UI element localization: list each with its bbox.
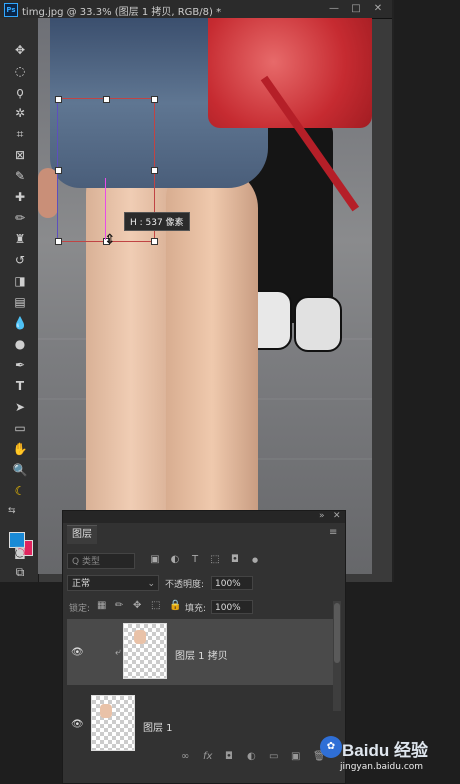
transform-handle[interactable] bbox=[151, 167, 158, 174]
sneaker bbox=[294, 296, 342, 352]
layer-thumbnail[interactable] bbox=[91, 695, 135, 751]
document-title: timg.jpg @ 33.3% (图层 1 拷贝, RGB/8) * bbox=[22, 7, 222, 18]
watermark-logo: Baidu 经验 bbox=[342, 741, 428, 760]
adjustment-filter-icon[interactable]: ◐ bbox=[169, 554, 181, 566]
baidu-watermark: ✿ Baidu 经验 jingyan.baidu.com bbox=[318, 730, 458, 778]
transform-handle[interactable] bbox=[103, 96, 110, 103]
magic-wand-icon[interactable]: ✲ bbox=[12, 105, 28, 121]
adjustment-layer-icon[interactable]: ◐ bbox=[247, 751, 256, 762]
banana-icon[interactable]: ☾ bbox=[12, 483, 28, 499]
opacity-input[interactable]: 100% bbox=[211, 576, 253, 590]
crop-icon[interactable]: ⌗ bbox=[12, 126, 28, 142]
opacity-label: 不透明度: bbox=[165, 580, 205, 590]
document-window: Ps timg.jpg @ 33.3% (图层 1 拷贝, RGB/8) * —… bbox=[0, 0, 394, 582]
transform-height-tooltip: H : 537 像素 bbox=[124, 212, 190, 231]
lock-all-icon[interactable]: 🔒 bbox=[169, 600, 181, 611]
layers-panel: » ✕ 图层 ≡ Q 类型 ▣ ◐ T ⬚ ◘ ● 正常 ⌄ 不透明度: 100… bbox=[62, 510, 346, 784]
layer-name[interactable]: 图层 1 bbox=[143, 719, 173, 734]
watermark-url: jingyan.baidu.com bbox=[340, 762, 424, 772]
eyedropper-icon[interactable]: ✎ bbox=[12, 168, 28, 184]
zoom-icon[interactable]: 🔍 bbox=[12, 462, 28, 478]
transform-handle[interactable] bbox=[55, 238, 62, 245]
fill-label: 填充: bbox=[185, 604, 207, 614]
hand bbox=[38, 168, 58, 218]
resize-cursor-icon: ⇕ bbox=[104, 232, 116, 248]
close-panel-icon[interactable]: ✕ bbox=[333, 511, 341, 521]
chevron-down-icon: ⌄ bbox=[147, 579, 155, 589]
canvas[interactable]: H : 537 像素 ⇕ bbox=[38, 18, 372, 574]
ellipse-marquee-icon[interactable]: ◌ bbox=[12, 63, 28, 79]
lock-position-icon[interactable]: ✥ bbox=[133, 600, 141, 611]
shape-icon[interactable]: ▭ bbox=[12, 420, 28, 436]
fill-input[interactable]: 100% bbox=[211, 600, 253, 614]
new-layer-icon[interactable]: ▣ bbox=[291, 751, 300, 762]
screen-mode-icon[interactable]: ⧉ bbox=[12, 564, 28, 580]
pen-icon[interactable]: ✒ bbox=[12, 357, 28, 373]
panel-menu-icon[interactable]: ≡ bbox=[329, 527, 337, 538]
layer-row[interactable]: 👁 图层 1 bbox=[67, 689, 333, 755]
maximize-icon[interactable]: □ bbox=[348, 2, 364, 16]
filter-toggle-icon[interactable]: ● bbox=[249, 554, 261, 566]
layer-name[interactable]: 图层 1 拷贝 bbox=[175, 647, 228, 662]
lock-label: 锁定: bbox=[69, 604, 91, 614]
type-filter-icon[interactable]: T bbox=[189, 554, 201, 566]
scrollbar-thumb[interactable] bbox=[334, 603, 340, 663]
document-titlebar[interactable]: Ps timg.jpg @ 33.3% (图层 1 拷贝, RGB/8) * —… bbox=[0, 0, 392, 19]
layers-scrollbar[interactable] bbox=[333, 601, 341, 711]
type-icon[interactable]: T bbox=[12, 378, 28, 394]
transform-handle[interactable] bbox=[55, 96, 62, 103]
pixel-filter-icon[interactable]: ▣ bbox=[149, 554, 161, 566]
frame-icon[interactable]: ⊠ bbox=[12, 147, 28, 163]
new-group-icon[interactable]: ▭ bbox=[269, 751, 278, 762]
brush-icon[interactable]: ✏ bbox=[12, 210, 28, 226]
eraser-icon[interactable]: ◨ bbox=[12, 273, 28, 289]
add-mask-icon[interactable]: ◘ bbox=[225, 751, 233, 762]
lock-artboard-icon[interactable]: ⬚ bbox=[151, 600, 160, 611]
blur-icon[interactable]: 💧 bbox=[12, 315, 28, 331]
layers-footer: ∞ fx ◘ ◐ ▭ ▣ 🗑 bbox=[63, 749, 345, 767]
history-brush-icon[interactable]: ↺ bbox=[12, 252, 28, 268]
tab-layers[interactable]: 图层 bbox=[67, 525, 97, 544]
minimize-icon[interactable]: — bbox=[326, 2, 342, 16]
baidu-paw-icon: ✿ bbox=[320, 736, 342, 758]
swap-colors-icon[interactable]: ⇆ bbox=[8, 506, 16, 516]
layer-thumbnail[interactable] bbox=[123, 623, 167, 679]
dodge-icon[interactable]: ● bbox=[12, 336, 28, 352]
lock-pixels-icon[interactable]: ✏ bbox=[115, 600, 123, 611]
lasso-icon[interactable]: ϙ bbox=[12, 84, 28, 100]
transform-handle[interactable] bbox=[151, 96, 158, 103]
shape-filter-icon[interactable]: ⬚ bbox=[209, 554, 221, 566]
panel-header-bar[interactable]: » ✕ bbox=[63, 511, 345, 523]
link-layers-icon[interactable]: ∞ bbox=[181, 751, 189, 762]
transform-handle[interactable] bbox=[55, 167, 62, 174]
visibility-eye-icon[interactable]: 👁 bbox=[71, 647, 85, 658]
gradient-icon[interactable]: ▤ bbox=[12, 294, 28, 310]
smart-guide bbox=[105, 178, 106, 240]
transform-handle[interactable] bbox=[151, 238, 158, 245]
layer-filter-row: Q 类型 ▣ ◐ T ⬚ ◘ ● bbox=[67, 553, 341, 571]
fx-icon[interactable]: fx bbox=[203, 751, 212, 762]
blend-mode-select[interactable]: 正常 ⌄ bbox=[67, 575, 159, 591]
clipping-link-icon: ⤶ bbox=[115, 647, 121, 658]
visibility-eye-icon[interactable]: 👁 bbox=[71, 719, 85, 730]
quick-mask-icon[interactable]: ◙ bbox=[12, 544, 28, 560]
healing-brush-icon[interactable]: ✚ bbox=[12, 189, 28, 205]
collapse-panel-icon[interactable]: » bbox=[319, 511, 325, 521]
layer-row-selected[interactable]: 👁 ⤶ 图层 1 拷贝 bbox=[67, 619, 333, 685]
close-icon[interactable]: ✕ bbox=[370, 2, 386, 16]
path-selection-icon[interactable]: ➤ bbox=[12, 399, 28, 415]
smart-object-filter-icon[interactable]: ◘ bbox=[229, 554, 241, 566]
hand-icon[interactable]: ✋ bbox=[12, 441, 28, 457]
move-tool-icon[interactable]: ✥ bbox=[12, 42, 28, 58]
lock-transparency-icon[interactable]: ▦ bbox=[97, 600, 106, 611]
clone-stamp-icon[interactable]: ♜ bbox=[12, 231, 28, 247]
layer-filter-select[interactable]: Q 类型 bbox=[67, 553, 135, 569]
tools-panel: ✥ ◌ ϙ ✲ ⌗ ⊠ ✎ ✚ ✏ ♜ ↺ ◨ ▤ 💧 ● ✒ T ➤ ▭ ✋ … bbox=[0, 18, 39, 582]
photoshop-icon: Ps bbox=[4, 3, 18, 17]
